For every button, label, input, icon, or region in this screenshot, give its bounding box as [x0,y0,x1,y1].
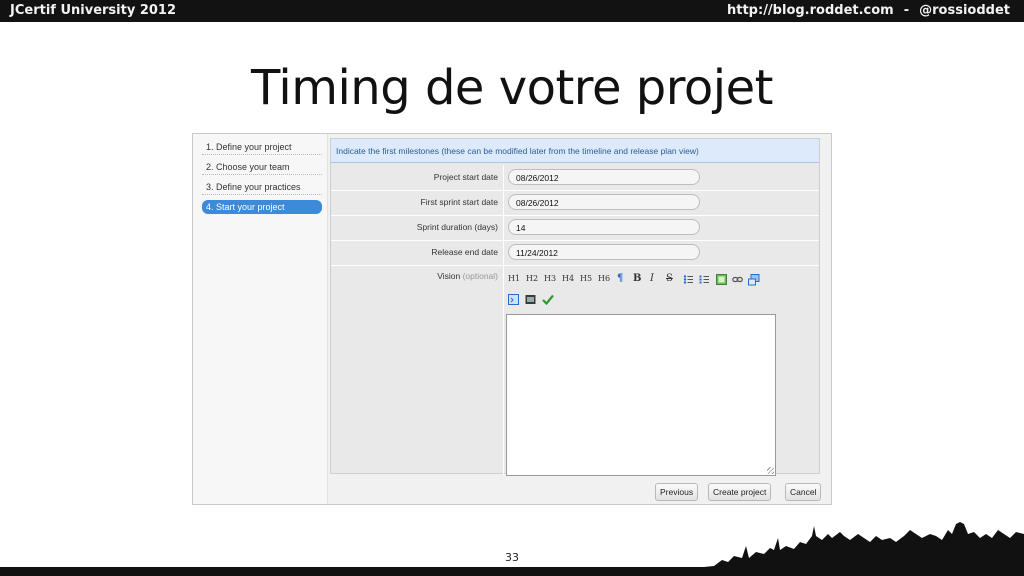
step-choose-team[interactable]: 2. Choose your team [202,160,322,175]
first-sprint-label: First sprint start date [420,197,498,207]
h1-button[interactable]: H1 [508,273,520,285]
code-block-icon[interactable] [508,294,519,305]
vision-textarea[interactable] [506,314,776,476]
field-row: First sprint start date 08/26/2012 [331,190,819,216]
h4-button[interactable]: H4 [562,273,574,285]
sprint-duration-input[interactable]: 14 [508,219,700,235]
checkmark-icon[interactable] [542,294,554,306]
editor-toolbar: H1 H2 H3 H4 H5 H6 ¶ B I S [508,273,808,313]
slide-title: Timing de votre projet [251,60,773,116]
project-start-label: Project start date [433,172,498,182]
vision-label: Vision (optional) [331,265,498,290]
release-end-date-input[interactable]: 11/24/2012 [508,244,700,260]
wizard-screenshot: 1. Define your project 2. Choose your te… [192,133,832,505]
first-sprint-date-input[interactable]: 08/26/2012 [508,194,700,210]
step-start-project[interactable]: 4. Start your project [202,200,322,214]
field-row: Project start date 08/26/2012 [331,165,819,191]
bold-button[interactable]: B [633,273,641,285]
h2-button[interactable]: H2 [526,273,538,285]
vision-row: Vision (optional) H1 H2 H3 H4 H5 H6 ¶ B … [331,265,819,476]
separator: - [903,3,910,18]
h6-button[interactable]: H6 [598,273,610,285]
vision-label-text: Vision [437,271,461,281]
sprint-duration-label: Sprint duration (days) [416,222,498,232]
bullet-list-icon[interactable] [683,274,694,285]
cancel-button[interactable]: Cancel [785,483,822,501]
strikethrough-button[interactable]: S [666,273,673,285]
milestones-form: Indicate the first milestones (these can… [330,138,820,476]
resize-handle[interactable] [767,467,774,474]
twitter-handle: @rossioddet [919,3,1010,18]
project-start-date-input[interactable]: 08/26/2012 [508,169,700,185]
image-icon[interactable] [716,274,727,285]
paragraph-button[interactable]: ¶ [617,273,623,285]
field-row: Release end date 11/24/2012 [331,240,819,266]
blog-url: http://blog.roddet.com [727,3,894,18]
author-info: http://blog.roddet.com - @rossioddet [727,3,1010,18]
numbered-list-icon[interactable] [699,274,710,285]
h5-button[interactable]: H5 [580,273,592,285]
italic-button[interactable]: I [650,273,654,285]
step-define-practices[interactable]: 3. Define your practices [202,180,322,195]
step-define-project[interactable]: 1. Define your project [202,140,322,155]
create-project-button[interactable]: Create project [708,483,772,501]
release-end-label: Release end date [431,247,498,257]
field-row: Sprint duration (days) 14 [331,215,819,241]
top-banner: JCertif University 2012 http://blog.rodd… [0,0,1024,22]
wizard-steps: 1. Define your project 2. Choose your te… [193,134,328,504]
h3-button[interactable]: H3 [544,273,556,285]
link-icon[interactable] [732,274,743,285]
page-number: 33 [505,551,519,564]
optional-hint: (optional) [462,271,498,281]
insert-table-icon[interactable] [748,274,760,286]
preview-icon[interactable] [525,294,536,305]
previous-button[interactable]: Previous [655,483,699,501]
bottom-bar [0,567,1024,576]
event-name: JCertif University 2012 [10,3,177,18]
info-message: Indicate the first milestones (these can… [331,139,819,163]
